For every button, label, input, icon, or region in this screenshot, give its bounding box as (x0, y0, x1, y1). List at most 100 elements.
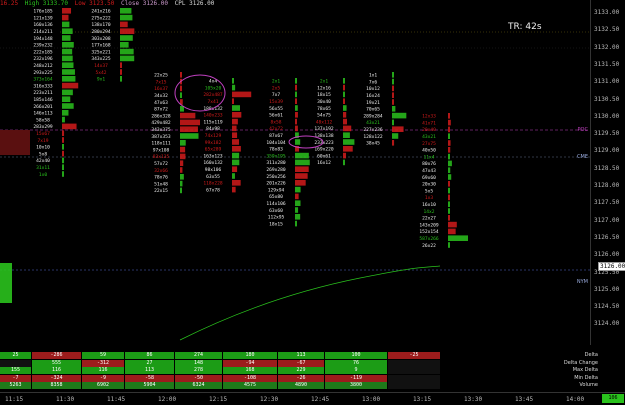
stats-cell: 4890 (278, 382, 324, 390)
stats-row-delta_change: 555 -312 27 148 -94 -67 76 Delta Change (0, 359, 625, 367)
volume-bar (295, 105, 298, 111)
stats-cell: 59 (82, 352, 124, 359)
header-prefix: 16.25 (0, 0, 19, 7)
footprint-cell: 104x104 (266, 140, 286, 146)
footprint-cell: 10x10 (36, 145, 50, 151)
time-tick: 13:00 (362, 396, 381, 403)
footprint-cell: 283x299 (33, 124, 53, 130)
footprint-cell: 129x94 (268, 187, 285, 193)
footprint-cell: 99x182 (205, 140, 222, 146)
footprint-cell: 51x48 (154, 181, 168, 187)
volume-bar (62, 42, 74, 48)
stats-cell: -94 (223, 359, 277, 367)
volume-bar (180, 140, 186, 146)
footprint-plot[interactable]: 176x185 121x139 160x136 214x211 194x148 239x2… (0, 0, 590, 345)
footprint-cell: 30x40 (317, 99, 331, 105)
volume-bar (295, 139, 301, 145)
footprint-cell: 223x211 (33, 90, 53, 96)
stats-cell: 6324 (175, 382, 222, 390)
volume-bar (180, 160, 184, 166)
time-tick: 13:45 (515, 396, 534, 403)
volume-bar (62, 171, 64, 177)
volume-bar (295, 186, 301, 193)
time-tick: 12:00 (158, 396, 177, 403)
stats-cell: 113 (278, 352, 324, 359)
footprint-cell: 43x21 (366, 120, 380, 126)
footprint-cell: 138x138 (314, 133, 334, 139)
volume-bar (448, 208, 450, 214)
volume-bar (120, 35, 133, 41)
time-axis[interactable]: 11:15 11:30 11:45 12:00 12:15 12:30 12:45 13:00… (0, 392, 625, 405)
volume-bar (295, 180, 306, 186)
time-tick: 14:00 (566, 396, 585, 403)
price-tick: 3127.00 (594, 216, 620, 224)
footprint-cell: 114x106 (266, 201, 286, 207)
footprint-cell: 222x185 (33, 49, 53, 55)
volume-bar (448, 242, 450, 248)
corner-badge: 106 (602, 394, 624, 403)
volume-bar (295, 207, 299, 213)
volume-bar (62, 150, 64, 157)
volume-bar (120, 8, 132, 14)
footprint-cell: 32x66 (154, 168, 168, 174)
volume-bar (62, 76, 76, 82)
footprint-cell: 5x8 (39, 151, 48, 157)
footprint-cell: 42x72 (269, 126, 283, 132)
volume-bar (343, 159, 345, 166)
footprint-cell: 65x289 (205, 147, 222, 153)
volume-bar (62, 89, 73, 96)
stats-cell: 27 (125, 359, 174, 367)
volume-bar (232, 132, 238, 138)
volume-bar (62, 48, 73, 55)
price-tick: 3129.50 (594, 130, 620, 138)
tr-timer: TR: 42s (508, 22, 542, 32)
footprint-cell: 1x3 (425, 195, 434, 201)
stats-cell: -7 (0, 374, 31, 382)
volume-bar (295, 173, 308, 179)
stats-cell: 116 (32, 367, 81, 375)
volume-bar (232, 152, 240, 159)
volume-bar (62, 8, 72, 14)
volume-bar (232, 166, 238, 172)
volume-bar (180, 180, 183, 187)
volume-bar (295, 98, 297, 104)
footprint-cell: 343x225 (91, 56, 111, 62)
volume-bar (448, 119, 451, 126)
time-tick: 12:30 (260, 396, 279, 403)
footprint-cell: 63x55 (206, 174, 220, 180)
time-tick: 13:15 (413, 396, 432, 403)
header-bar: 16.25 High 3133.70 Low 3123.50 Close 312… (0, 0, 217, 7)
volume-bar (448, 126, 450, 133)
price-tick: 3124.50 (594, 303, 620, 311)
stats-cell: -9 (82, 374, 124, 382)
footprint-cell: 14x2 (423, 209, 434, 215)
price-tick: 3128.50 (594, 164, 620, 172)
footprint-cell: 105x20 (205, 85, 222, 91)
stats-cell: 3800 (325, 382, 387, 390)
footprint-cell: 97x108 (153, 147, 170, 153)
volume-bar (295, 220, 297, 227)
volume-bar (343, 139, 355, 145)
stats-label: Delta (584, 352, 598, 358)
volume-bar (392, 78, 394, 85)
footprint-cell: 74x129 (205, 133, 222, 139)
volume-bar (448, 174, 452, 180)
price-tick: 3131.00 (594, 78, 620, 86)
volume-bar (62, 35, 71, 41)
stats-cell: 180 (223, 352, 277, 359)
footprint-cell: 18x15 (317, 92, 331, 98)
volume-bar (448, 140, 451, 146)
volume-bar (120, 62, 122, 68)
footprint-cell: 118x111 (151, 141, 171, 147)
footprint-cell: 22x25 (154, 73, 168, 79)
footprint-cell: 177x168 (91, 43, 111, 49)
footprint-cell: 194x148 (33, 36, 53, 42)
price-axis[interactable]: 3133.00 3132.50 3132.00 3131.50 3131.00 3130.… (590, 0, 625, 345)
volume-bar (232, 173, 235, 179)
volume-bar (232, 180, 241, 186)
footprint-cell: 15x67 (36, 131, 50, 137)
stats-label: Max Delta (572, 367, 598, 374)
volume-bar (232, 186, 236, 193)
stats-row-max_delta: 155 116 116 113 278 168 229 9 Max Delta (0, 367, 625, 375)
volume-bar (392, 72, 394, 78)
